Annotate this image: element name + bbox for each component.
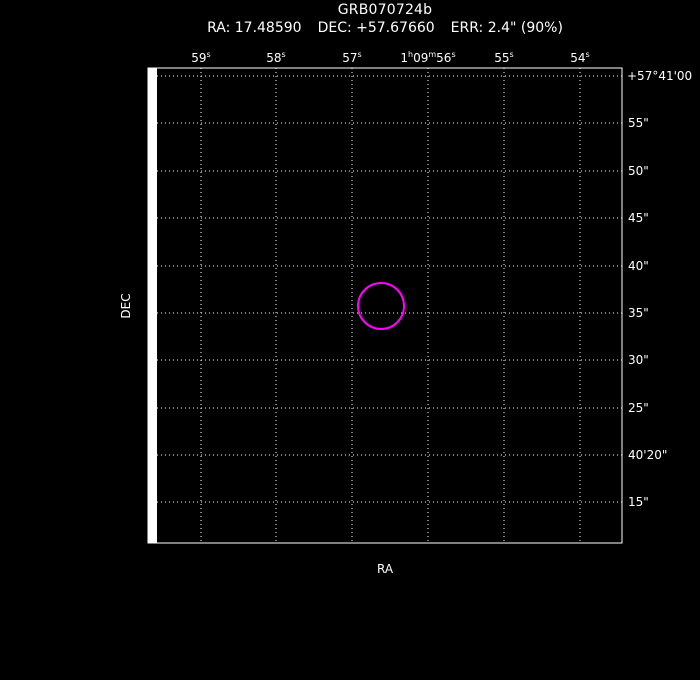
y-tick-label: 25"	[628, 401, 649, 415]
y-axis-label: DEC	[119, 293, 133, 318]
y-tick-label: 45"	[628, 211, 649, 225]
finder-chart: 59s 58s 57s 1h09m56s 55s 54s +57°41'00 55" 50" 4…	[119, 50, 692, 576]
error-circle	[357, 282, 405, 330]
grid-lines	[157, 68, 622, 543]
y-tick-label: 40'20"	[628, 448, 667, 462]
y-tick-label: 40"	[628, 259, 649, 273]
x-tick-label: 54s	[570, 50, 589, 65]
y-tick-label: 50"	[628, 164, 649, 178]
y-tick-labels: +57°41'00 55" 50" 45" 40" 35" 30" 25" 40'20" 15"	[627, 69, 692, 509]
x-tick-label: 55s	[494, 50, 513, 65]
x-tick-label: 1h09m56s	[400, 50, 455, 65]
x-axis-label: RA	[377, 562, 394, 576]
y-tick-label: 35"	[628, 306, 649, 320]
y-tick-label: 30"	[628, 353, 649, 367]
y-tick-label: 15"	[628, 495, 649, 509]
plot-frame	[147, 67, 623, 544]
x-tick-label: 57s	[342, 50, 361, 65]
x-tick-label: 58s	[266, 50, 285, 65]
left-edge-bar	[148, 68, 157, 543]
x-tick-labels: 59s 58s 57s 1h09m56s 55s 54s	[191, 50, 589, 65]
y-tick-label: +57°41'00	[627, 69, 692, 83]
y-tick-label: 55"	[628, 116, 649, 130]
x-tick-label: 59s	[191, 50, 210, 65]
